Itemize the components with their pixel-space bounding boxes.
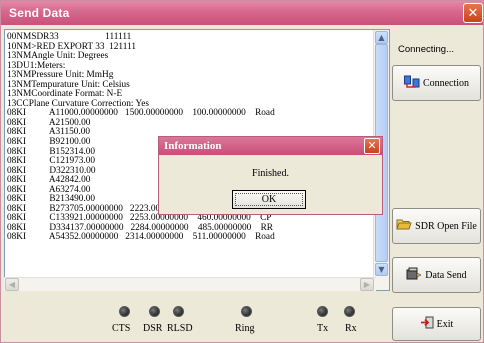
dsr-led — [149, 306, 160, 317]
cts-led — [119, 306, 130, 317]
ok-button[interactable]: OK — [232, 190, 306, 209]
scroll-down-button[interactable]: ▼ — [375, 263, 388, 276]
dsr-label: DSR — [143, 323, 163, 334]
cts-label: CTS — [112, 323, 131, 334]
exit-icon — [420, 316, 434, 332]
close-icon: ✕ — [467, 6, 479, 21]
ring-label: Ring — [235, 323, 255, 334]
data-send-icon — [406, 267, 422, 284]
connection-icon — [403, 75, 420, 92]
chevron-left-icon: ◀ — [8, 280, 16, 289]
dialog-title-bar[interactable]: Information ✕ — [159, 137, 382, 155]
connection-status: Connecting... — [398, 44, 454, 55]
close-button[interactable]: ✕ — [463, 3, 483, 23]
scroll-left-button[interactable]: ◀ — [5, 278, 19, 291]
data-send-label: Data Send — [425, 269, 467, 281]
connection-button[interactable]: Connection — [392, 65, 481, 101]
information-dialog: Information ✕ Finished. OK — [158, 136, 383, 215]
chevron-down-icon: ▼ — [378, 265, 385, 274]
dialog-close-button[interactable]: ✕ — [364, 138, 380, 154]
data-send-button[interactable]: Data Send — [392, 257, 481, 293]
title-bar[interactable]: Send Data ✕ — [1, 1, 483, 25]
scroll-right-button[interactable]: ▶ — [360, 278, 374, 291]
rx-label: Rx — [345, 323, 357, 334]
dialog-title: Information — [164, 140, 222, 152]
exit-label: Exit — [436, 318, 454, 330]
scroll-up-button[interactable]: ▲ — [375, 31, 388, 44]
sdr-open-file-button[interactable]: SDR Open File — [392, 208, 481, 244]
sdr-open-file-label: SDR Open File — [415, 220, 477, 232]
folder-open-icon — [396, 218, 412, 234]
dialog-message: Finished. — [252, 168, 289, 179]
rx-led — [344, 306, 355, 317]
ring-led — [241, 306, 252, 317]
window-title: Send Data — [9, 6, 70, 20]
send-data-window: Send Data ✕ 00NMSDR33 111111 10NM>RED EXP… — [0, 0, 484, 343]
connection-button-label: Connection — [422, 77, 470, 89]
tx-label: Tx — [317, 323, 329, 334]
tx-led — [317, 306, 328, 317]
chevron-right-icon: ▶ — [363, 280, 371, 289]
exit-button[interactable]: Exit — [392, 307, 481, 341]
close-icon: ✕ — [367, 139, 377, 152]
rlsd-led — [173, 306, 184, 317]
log-line: 08KI A54352.00000000 2314.00000000 511.0… — [7, 232, 275, 243]
rlsd-label: RLSD — [167, 323, 193, 334]
chevron-up-icon: ▲ — [378, 33, 385, 42]
horizontal-scrollbar[interactable]: ◀ ▶ — [4, 277, 376, 291]
